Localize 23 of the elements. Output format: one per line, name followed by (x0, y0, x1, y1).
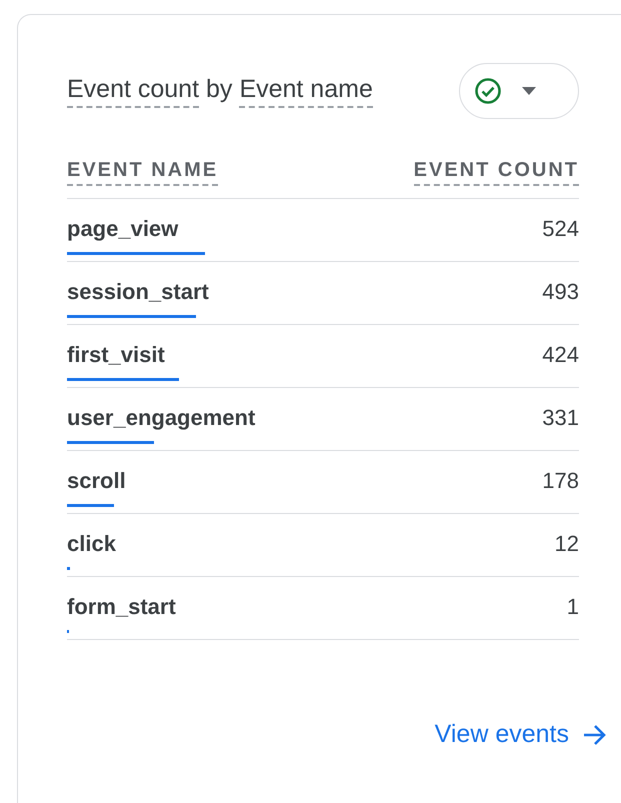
event-name: first_visit (67, 342, 165, 368)
caret-icon (522, 87, 536, 95)
arrow-right-icon (583, 724, 607, 746)
event-count: 493 (542, 279, 579, 305)
event-count: 331 (542, 405, 579, 431)
event-count: 178 (542, 468, 579, 494)
view-events-link[interactable]: View events (434, 720, 607, 749)
column-header[interactable]: EVENT COUNT (414, 159, 579, 186)
title-text: by (206, 74, 232, 104)
event-count: 524 (542, 216, 579, 242)
column-header[interactable]: EVENT NAME (67, 159, 218, 186)
event-name: page_view (67, 216, 178, 242)
check-circle-icon (474, 77, 502, 105)
metric-label[interactable]: Event count (67, 74, 200, 108)
event-count: 12 (554, 531, 579, 557)
event-count: 424 (542, 342, 579, 368)
dimension-label[interactable]: Event name (239, 74, 373, 108)
event-name: session_start (67, 279, 209, 305)
event-count: 1 (566, 594, 579, 620)
event-name: click (67, 531, 116, 557)
event-name: user_engagement (67, 405, 256, 431)
event-name: form_start (67, 594, 176, 620)
event-name: scroll (67, 468, 126, 494)
